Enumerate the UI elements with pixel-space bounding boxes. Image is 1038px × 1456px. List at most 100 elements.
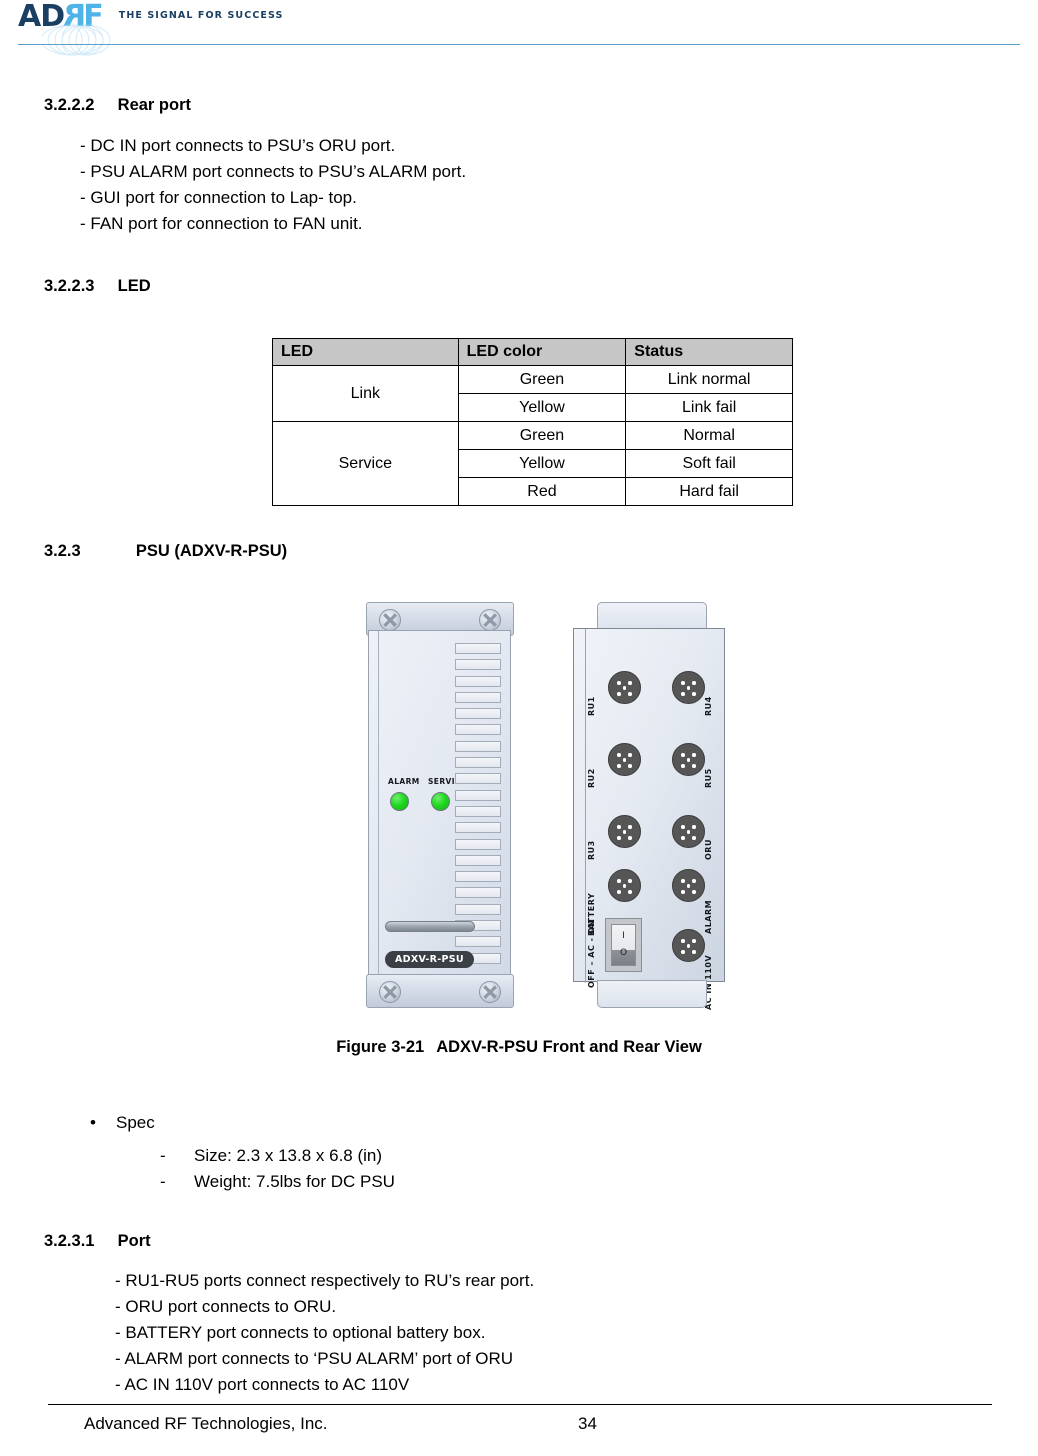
port-line: - ALARM port connects to ‘PSU ALARM’ por… [115,1349,514,1368]
connector-ru5[interactable] [672,743,705,776]
footer-page-number: 34 [578,1414,597,1433]
heading-psu-number: 3.2.3 [44,542,81,560]
heading-port: 3.2.3.1 Port [44,1232,151,1251]
led-status-cell: Hard fail [625,477,793,506]
led-status-cell: Normal [625,421,793,450]
vent-slot [455,659,501,671]
heading-rear-port: 3.2.2.2 Rear port [44,96,191,115]
power-switch[interactable]: I O [605,918,642,972]
logo-letter-r-mirrored: R [64,0,87,34]
figure-caption-number: Figure 3-21 [336,1038,425,1056]
service-led-indicator [431,792,450,811]
rear-bracket-bottom [597,980,707,1008]
vent-slot [455,822,501,834]
rear-label-power-switch: OFF – AC - ON [587,919,596,988]
panel-edge-line [585,629,586,983]
footer-company: Advanced RF Technologies, Inc. [84,1414,328,1433]
connector-oru[interactable] [672,815,705,848]
vent-slot [455,691,501,703]
figure-adxv-r-psu: ALARM SERVICE ADXV-R-PSU RU1 RU2 RU3 BAT… [0,596,1038,1016]
vent-slot [455,708,501,720]
psu-front-view: ALARM SERVICE ADXV-R-PSU [366,602,514,1008]
heading-psu-title: PSU (ADXV-R-PSU) [135,542,288,560]
power-switch-rocker[interactable]: I O [611,924,636,966]
logo-letter-f: F [83,0,103,34]
spec-item-size: Size: 2.3 x 13.8 x 6.8 (in) [194,1146,383,1165]
led-color-cell: Green [457,421,627,450]
vent-slot [455,724,501,736]
front-panel-handle [385,921,475,932]
vent-slot [455,740,501,752]
rear-port-line: - FAN port for connection to FAN unit. [80,214,363,233]
led-color-cell: Yellow [457,449,627,478]
spec-label: Spec [116,1113,155,1132]
screw-icon [479,609,501,631]
model-badge: ADXV-R-PSU [385,951,474,968]
connector-ru1[interactable] [608,671,641,704]
vent-slot [455,773,501,785]
switch-mark-off: O [619,948,628,958]
led-color-cell: Red [457,477,627,506]
table-row: Service Green Normal [272,421,793,506]
screw-icon [379,981,401,1003]
footer-divider [48,1404,992,1405]
rear-panel-face: RU1 RU2 RU3 BATTERY OFF – AC - ON RU4 RU… [573,628,725,1010]
led-status-table: LED LED color Status Link Green Link nor… [272,338,793,506]
connector-ac-in-110v[interactable] [672,929,705,962]
connector-ru4[interactable] [672,671,705,704]
port-line: - RU1-RU5 ports connect respectively to … [115,1271,535,1290]
vent-slot [455,789,501,801]
vent-slot [455,903,501,915]
vent-slot [455,854,501,866]
dash-icon: - [160,1172,166,1191]
rear-port-line: - GUI port for connection to Lap- top. [80,188,357,207]
figure-caption: Figure 3-21 ADXV-R-PSU Front and Rear Vie… [0,1038,1038,1057]
rear-port-list: - DC IN port connects to PSU’s ORU port.… [80,133,466,237]
led-color-cell: Yellow [457,393,627,422]
rear-label-ru3: RU3 [587,840,596,860]
port-list: - RU1-RU5 ports connect respectively to … [115,1268,534,1398]
spec-item-weight: Weight: 7.5lbs for DC PSU [194,1172,395,1191]
panel-edge-line [378,631,379,981]
connector-battery[interactable] [608,869,641,902]
port-line: - ORU port connects to ORU. [115,1297,337,1316]
page-header: ADRF THE SIGNAL FOR SUCCESS [0,0,1038,56]
rear-port-line: - PSU ALARM port connects to PSU’s ALARM… [80,162,467,181]
connector-alarm[interactable] [672,869,705,902]
front-led-label-alarm: ALARM [388,777,420,786]
psu-rear-view: RU1 RU2 RU3 BATTERY OFF – AC - ON RU4 RU… [573,602,725,1010]
rear-port-line: - DC IN port connects to PSU’s ORU port. [80,136,396,155]
led-group-link: Link [272,365,459,422]
heading-led-number: 3.2.2.3 [44,277,95,295]
spec-items: - Size: 2.3 x 13.8 x 6.8 (in) - Weight: 7.… [160,1143,395,1195]
dash-icon: - [160,1146,166,1165]
led-status-cell: Soft fail [625,449,793,478]
vent-slot [455,936,501,948]
table-header-row: LED LED color Status [272,338,793,366]
heading-rear-port-number: 3.2.2.2 [44,96,95,114]
logo-letter-d: D [40,0,65,34]
rear-label-ru4: RU4 [704,696,713,716]
bullet-icon: • [90,1113,96,1132]
connector-ru3[interactable] [608,815,641,848]
rear-bracket-top [597,602,707,630]
vent-slot [455,871,501,883]
vent-slot [455,643,501,654]
port-line: - AC IN 110V port connects to AC 110V [115,1375,410,1394]
rear-label-alarm: ALARM [704,899,713,934]
column-header-status: Status [625,338,793,366]
adrf-logo: ADRF THE SIGNAL FOR SUCCESS [18,0,284,56]
rear-label-ru5: RU5 [704,768,713,788]
led-status-cell: Link fail [625,393,793,422]
heading-rear-port-title: Rear port [117,96,192,114]
heading-led: 3.2.2.3 LED [44,277,151,296]
logo-tagline: THE SIGNAL FOR SUCCESS [118,10,284,21]
connector-ru2[interactable] [608,743,641,776]
rear-label-ru2: RU2 [587,768,596,788]
led-group-service: Service [272,421,459,506]
table-row: Link Green Link normal [272,365,793,422]
figure-caption-title: ADXV-R-PSU Front and Rear View [436,1038,702,1056]
column-header-led-color: LED color [457,338,627,366]
switch-mark-on: I [622,931,625,941]
front-panel-face: ALARM SERVICE ADXV-R-PSU [368,630,511,981]
